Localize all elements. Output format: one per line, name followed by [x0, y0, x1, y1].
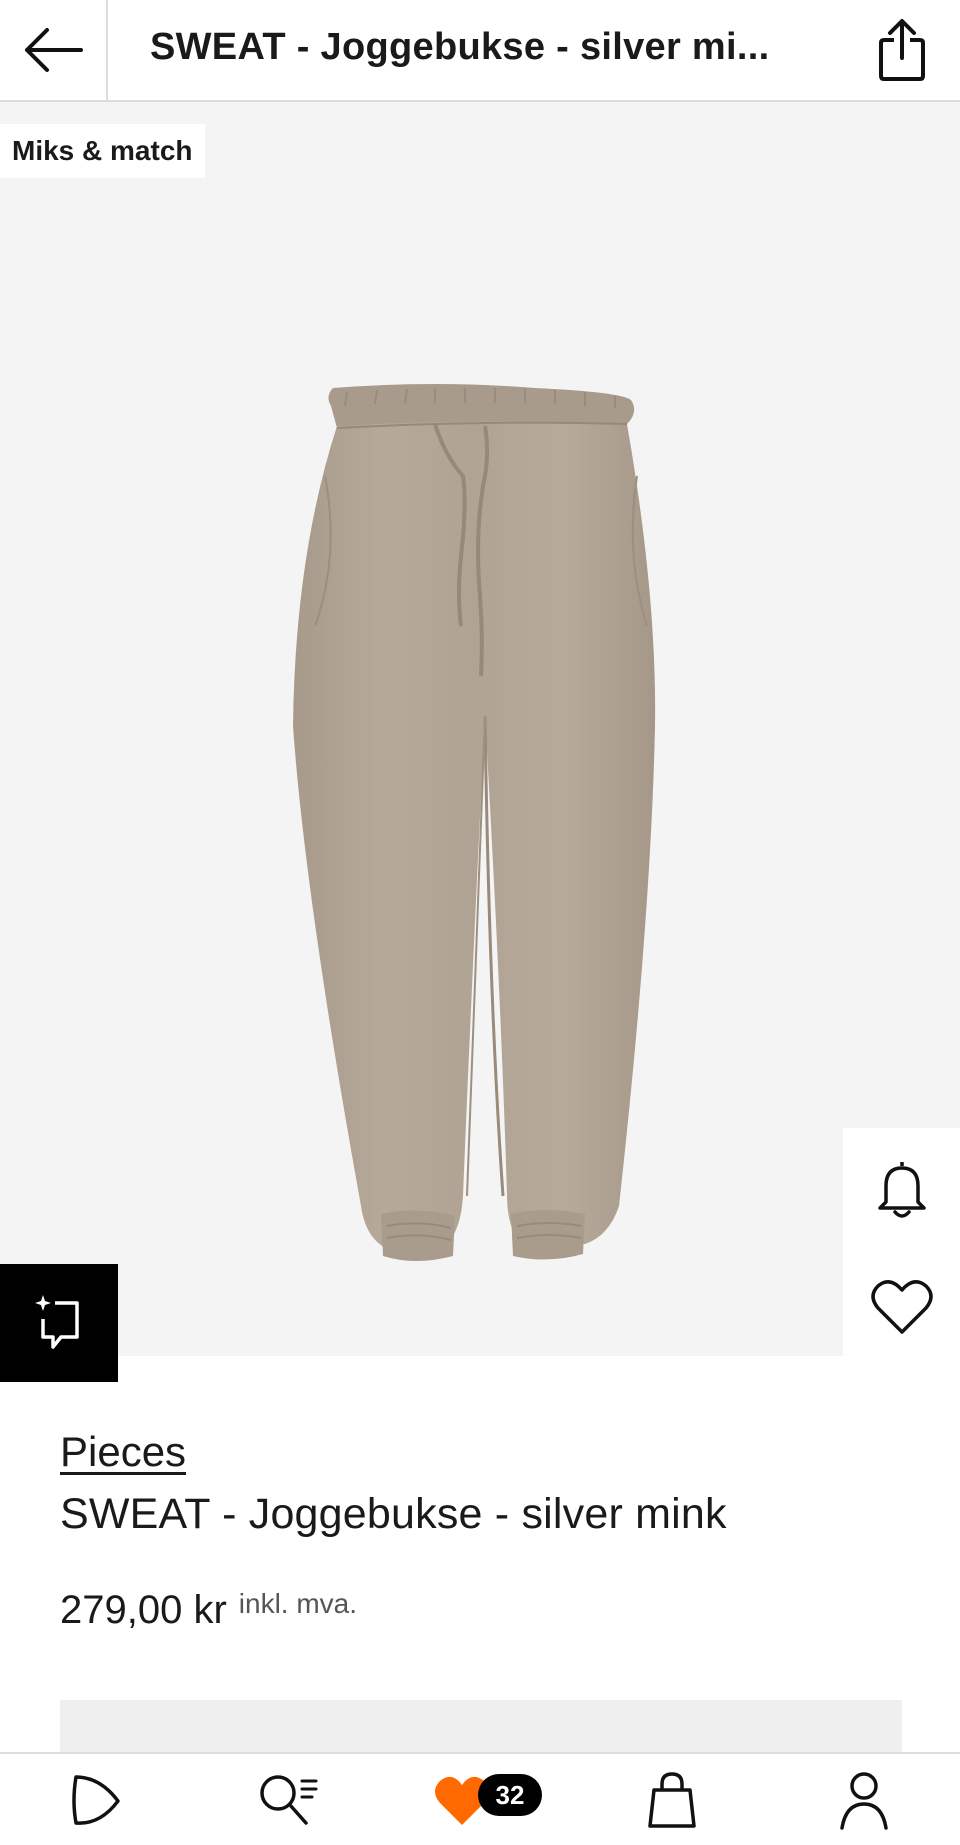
nav-profile[interactable]: [768, 1754, 960, 1845]
vat-note: inkl. mva.: [238, 1588, 358, 1619]
brand-link[interactable]: Pieces: [60, 1428, 186, 1476]
product-image-gallery[interactable]: Miks & match: [0, 102, 960, 1356]
profile-icon: [840, 1771, 888, 1830]
bottom-navigation: 32: [0, 1752, 960, 1845]
bell-icon: [877, 1161, 926, 1218]
sparkle-crop-icon: [35, 1295, 79, 1349]
notify-button[interactable]: [843, 1128, 960, 1247]
share-icon: [879, 19, 925, 81]
price-row: 279,00 kr inkl. mva.: [60, 1588, 357, 1633]
page-title: SWEAT - Joggebukse - silver mi...: [150, 26, 770, 68]
nav-wishlist[interactable]: 32: [384, 1754, 576, 1845]
price: 279,00 kr: [60, 1588, 227, 1632]
play-icon: [72, 1774, 120, 1825]
product-image: [293, 384, 656, 1261]
visual-search-button[interactable]: [0, 1264, 118, 1382]
wishlist-button[interactable]: [843, 1247, 960, 1366]
nav-inspiration[interactable]: [0, 1754, 192, 1845]
product-name: SWEAT - Joggebukse - silver mink: [60, 1490, 727, 1538]
mix-match-badge: Miks & match: [0, 124, 205, 178]
heart-outline-icon: [870, 1279, 933, 1334]
search-icon: [260, 1774, 318, 1825]
bag-icon: [648, 1771, 696, 1828]
side-actions: [843, 1128, 960, 1366]
share-button[interactable]: [866, 14, 938, 86]
nav-search[interactable]: [192, 1754, 384, 1845]
arrow-left-icon: [25, 28, 83, 72]
back-button[interactable]: [0, 0, 108, 100]
wishlist-count-badge: 32: [478, 1774, 542, 1816]
top-bar: SWEAT - Joggebukse - silver mi...: [0, 0, 960, 102]
nav-bag[interactable]: [576, 1754, 768, 1845]
